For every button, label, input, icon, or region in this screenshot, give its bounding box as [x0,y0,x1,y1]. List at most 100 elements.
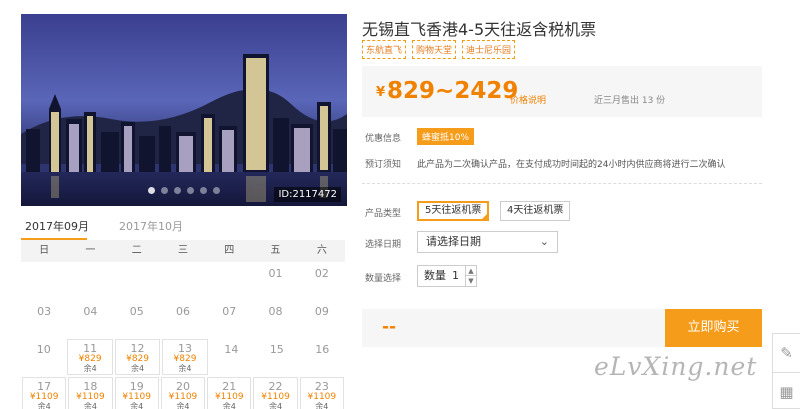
carousel-dot[interactable] [148,187,155,194]
calendar-day: 08 [253,301,297,337]
weekday-label: 五 [270,245,281,256]
day-stock: 余4 [178,363,192,373]
tab-month-oct[interactable]: 2017年10月 [119,218,183,234]
quantity-input[interactable]: 1 [452,266,459,286]
price-panel: ¥829~2429 价格说明 近三月售出 13 份 [362,66,762,117]
day-stock: 余4 [269,401,283,409]
pen-icon[interactable]: ✎ [773,334,800,372]
buy-now-button[interactable]: 立即购买 [665,309,762,347]
day-stock: 余4 [37,401,51,409]
calendar-day [161,263,205,299]
tag-direct-flight: 东航直飞 [362,40,407,59]
calendar-day: 04 [68,301,112,337]
calendar-day: 15 [255,339,298,375]
date-select-value: 请选择日期 [426,235,481,248]
price-range: ¥829~2429 [376,78,518,104]
calendar-day-available[interactable]: 11 ¥829 余4 [67,339,113,375]
calendar-day: 16 [301,339,344,375]
day-stock: 余4 [83,401,97,409]
currency-symbol: ¥ [376,85,386,100]
weekday-label: 六 [316,245,327,256]
calendar-day: 10 [22,339,65,375]
notice-text: 此产品为二次确认产品，在支付成功时间起的24小时内供应商将进行二次确认 [417,160,726,170]
day-stock: 余4 [131,363,145,373]
calendar-week-row: 01 02 [21,262,345,300]
calendar-day: 14 [210,339,253,375]
day-number: 15 [269,343,284,356]
day-stock: 余4 [130,401,144,409]
price-calendar: 日 一 二 三 四 五 六 01 02 03 04 05 06 07 08 09 10 11 ¥829 余4 12 ¥8… [21,240,345,409]
tag-disneyland: 迪士尼乐园 [462,40,516,59]
quantity-stepper: 数量 1 ▲ ▼ [417,265,477,287]
day-stock: 余4 [83,363,97,373]
site-watermark: eLvXing.net [594,352,758,381]
price-range-value: 829~2429 [387,78,519,104]
weekday-label: 一 [85,245,96,256]
weekday-label: 四 [224,245,235,256]
date-label: 选择日期 [365,240,402,250]
day-number: 07 [222,305,237,318]
promo-badge: 蜂蜜抵10% [417,128,475,145]
calendar-week-row: 10 11 ¥829 余4 12 ¥829 余4 13 ¥829 余4 14 15 16 [21,338,345,376]
calendar-day: 03 [22,301,66,337]
promo-label: 优惠信息 [365,134,402,144]
carousel-dot[interactable] [213,187,220,194]
day-number: 06 [175,305,190,318]
day-number: 14 [224,343,239,356]
tag-shopping: 购物天堂 [412,40,457,59]
weekday-label: 三 [177,245,188,256]
calendar-day-available[interactable]: 21 ¥1109 余4 [207,377,252,409]
purchase-bar: -- 立即购买 [362,309,762,347]
day-number: 04 [83,305,98,318]
product-hero-image[interactable]: ID:2117472 [21,14,347,206]
increment-icon[interactable]: ▲ [465,266,476,276]
calendar-day: 05 [115,301,159,337]
calendar-day-available[interactable]: 12 ¥829 余4 [114,339,161,375]
notice-label: 预订须知 [365,160,402,170]
day-number: 10 [36,343,51,356]
date-select[interactable]: 请选择日期 ⌄ [417,231,558,253]
calendar-day: 02 [300,263,344,299]
day-number: 08 [268,305,283,318]
calendar-day-available[interactable]: 22 ¥1109 余4 [253,377,298,409]
calendar-week-row: 17 ¥1109 余4 18 ¥1109 余4 19 ¥1109 余4 20 ¥1109 余4 21 ¥1… [21,376,345,409]
calendar-day-available[interactable]: 17 ¥1109 余4 [22,377,67,409]
carousel-dot[interactable] [174,187,181,194]
calendar-day-available[interactable]: 20 ¥1109 余4 [160,377,206,409]
carousel-dot[interactable] [200,187,207,194]
product-title: 无锡直飞香港4-5天往返含税机票 [362,20,597,39]
side-toolbar: ✎ ▦ [772,333,800,409]
qr-code-icon[interactable]: ▦ [773,372,800,409]
calendar-day: 09 [300,301,344,337]
calendar-day [68,263,112,299]
weekday-label: 日 [39,245,50,256]
total-price: -- [382,317,397,337]
calendar-day [22,263,66,299]
calendar-day-available[interactable]: 18 ¥1109 余4 [68,377,113,409]
day-number: 09 [314,305,329,318]
calendar-day-available[interactable]: 19 ¥1109 余4 [114,377,159,409]
quantity-label: 数量选择 [365,274,402,284]
type-option-5day[interactable]: 5天往返机票 [417,201,490,221]
day-number: 16 [315,343,330,356]
day-number: 02 [314,267,329,280]
calendar-day-available[interactable]: 23 ¥1109 余4 [299,377,344,409]
hong-kong-skyline-image [21,14,347,206]
section-divider [362,183,762,184]
chevron-down-icon: ⌄ [539,235,549,248]
product-type-label: 产品类型 [365,209,402,219]
day-stock: 余4 [222,401,236,409]
calendar-day-available[interactable]: 13 ¥829 余4 [162,339,208,375]
price-note-link[interactable]: 价格说明 [510,93,546,106]
carousel-dot[interactable] [187,187,194,194]
calendar-day [207,263,251,299]
day-number: 01 [268,267,283,280]
day-stock: 余4 [315,401,329,409]
type-option-4day[interactable]: 4天往返机票 [500,201,571,221]
image-id-badge: ID:2117472 [274,187,341,202]
calendar-day: 07 [207,301,251,337]
carousel-dot[interactable] [161,187,168,194]
decrement-icon[interactable]: ▼ [465,276,476,286]
tab-month-sep[interactable]: 2017年09月 [25,218,89,234]
calendar-day [115,263,159,299]
